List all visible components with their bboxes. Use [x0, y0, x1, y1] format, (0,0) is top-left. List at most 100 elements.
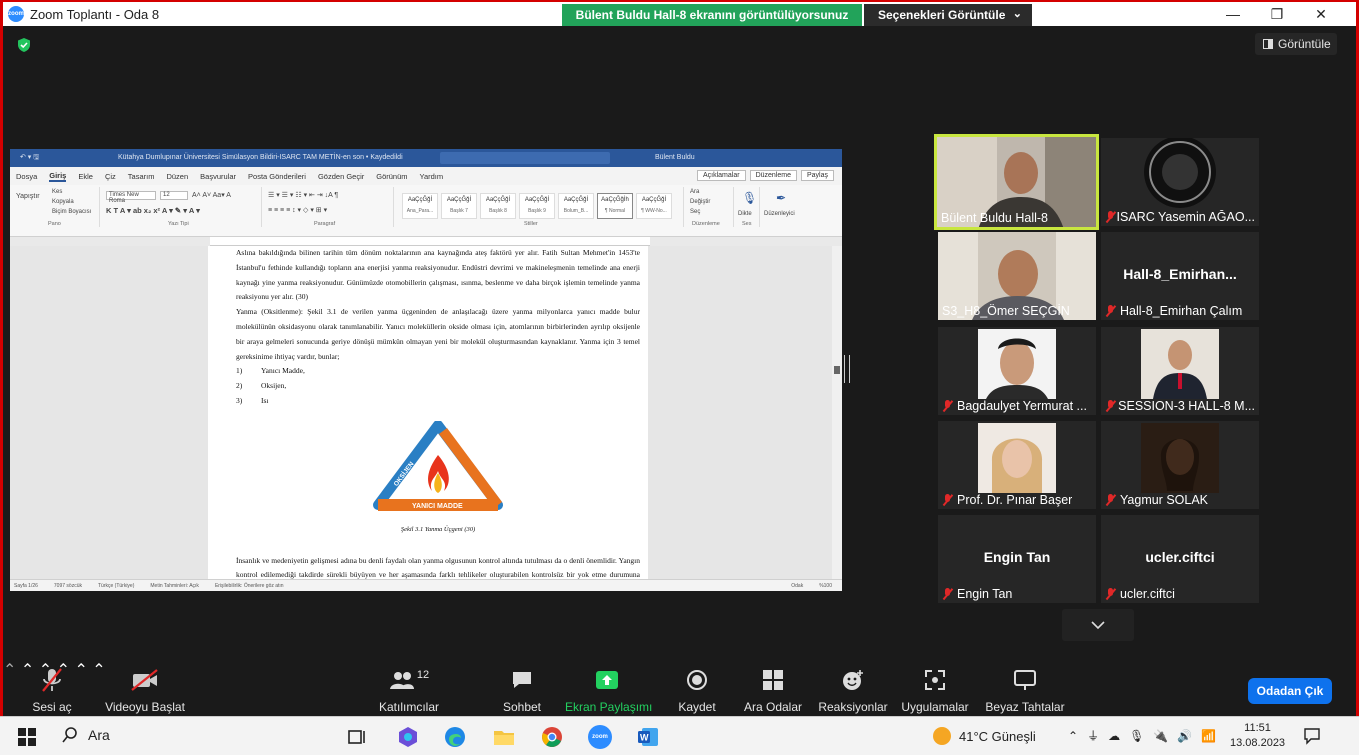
- ribbon-group-label: Ses: [742, 221, 752, 227]
- mic-muted-icon: [942, 400, 953, 412]
- chevron-up-icon[interactable]: ⌃: [74, 662, 87, 679]
- word-menu-item: Gözden Geçir: [317, 171, 365, 181]
- list-item: 2) Oksijen,: [236, 381, 287, 391]
- mic-muted-icon: [1105, 305, 1116, 317]
- share-banner: Bülent Buldu Hall-8 ekranını görüntülüyo…: [562, 4, 862, 26]
- participant-tile[interactable]: Hall-8_Emirhan... Hall-8_Emirhan Çalım: [1101, 232, 1259, 320]
- ribbon-group-label: Düzenleme: [692, 221, 720, 227]
- meeting-toolbar: Sesi aç ⌃ Videoyu Başlat ⌃ 12 Katılımcıl…: [3, 660, 1356, 716]
- participant-tile[interactable]: ucler.ciftci ucler.ciftci: [1101, 515, 1259, 603]
- word-title-bar: ↶ ▾ 🖫 Kütahya Dumlupınar Üniversitesi Si…: [10, 149, 842, 167]
- reactions-label: Reaksiyonlar: [818, 700, 888, 714]
- participants-count: 12: [416, 669, 430, 681]
- windows-taskbar: Ara zoom W 41°C Güneşli ⌃ ⏚ ☁ 🎙 🔌 🔊 📶 11…: [0, 716, 1359, 755]
- word-menu-item: Çiz: [104, 171, 116, 181]
- zoom-app-icon[interactable]: zoom: [588, 725, 612, 749]
- microphone-muted-icon: [42, 668, 62, 692]
- split-drag-handle[interactable]: [844, 355, 850, 383]
- edge-browser-icon[interactable]: [443, 725, 467, 749]
- unmute-label: Sesi aç: [32, 700, 72, 714]
- file-explorer-icon[interactable]: [492, 725, 516, 749]
- word-app-icon[interactable]: W: [636, 725, 660, 749]
- clock-date: 13.08.2023: [1230, 737, 1286, 749]
- replace-button: Değiştir: [690, 199, 711, 205]
- chrome-browser-icon[interactable]: [540, 725, 564, 749]
- participant-name: Engin Tan: [942, 587, 1012, 601]
- system-tray: ⌃ ⏚ ☁ 🎙 🔌 🔊 📶: [1068, 727, 1216, 744]
- restore-icon[interactable]: ❐: [1255, 2, 1299, 26]
- requirements-list: 1) Yanıcı Madde, 2) Oksijen, 3) Isı: [236, 364, 640, 408]
- copy-button: Kopyala: [52, 199, 74, 205]
- share-screen-button[interactable]: Ekran Paylaşımı: [565, 666, 652, 714]
- shield-icon[interactable]: [16, 37, 32, 53]
- more-participants-button[interactable]: [1062, 609, 1134, 641]
- alignment-controls: ≡ ≡ ≡ ≡ ↕ ▾ ◇ ▾ ⊞ ▾: [268, 207, 328, 214]
- microphone-icon[interactable]: 🎙: [1129, 729, 1144, 743]
- participant-tile[interactable]: S3_H8_Ömer SEÇGİN: [938, 232, 1096, 320]
- video-off-icon: [131, 669, 158, 691]
- volume-icon[interactable]: 🔊: [1177, 729, 1192, 743]
- word-menu-item: Dosya: [16, 171, 38, 181]
- word-menu-item: Giriş: [49, 170, 67, 182]
- leave-room-button[interactable]: Odadan Çık: [1248, 678, 1332, 704]
- mic-muted-icon: [942, 494, 953, 506]
- chevron-up-icon[interactable]: ⌃: [3, 662, 16, 679]
- participant-name: S3_H8_Ömer SEÇGİN: [942, 304, 1070, 318]
- word-menu-item: Başvurular: [200, 171, 237, 181]
- chat-button[interactable]: Sohbet: [497, 666, 547, 714]
- shared-screen[interactable]: ↶ ▾ 🖫 Kütahya Dumlupınar Üniversitesi Si…: [10, 149, 842, 591]
- participant-tile[interactable]: ISARC Yasemin AĞAO...: [1101, 138, 1259, 226]
- battery-icon[interactable]: 🔌: [1153, 729, 1168, 743]
- close-icon[interactable]: ✕: [1299, 2, 1343, 26]
- paragraph: İnsanlık ve medeniyetin gelişmesi adına …: [236, 555, 640, 579]
- start-video-button[interactable]: Videoyu Başlat: [103, 666, 187, 714]
- minimize-icon[interactable]: —: [1211, 2, 1255, 26]
- unmute-button[interactable]: Sesi aç: [29, 666, 75, 714]
- participant-display-name: Engin Tan: [983, 549, 1051, 565]
- participant-tile[interactable]: Bagdaulyet Yermurat ...: [938, 327, 1096, 415]
- taskbar-clock[interactable]: 11:51 13.08.2023: [1230, 721, 1285, 751]
- style-gallery-item: AaÇçĞğİ Ana_Para...: [402, 193, 438, 219]
- ribbon-group-label: Yazı Tipi: [168, 221, 189, 227]
- taskbar-search[interactable]: Ara: [62, 727, 110, 743]
- sun-icon: [933, 727, 951, 745]
- font-name-box: Times New Roma: [106, 191, 156, 204]
- participant-tile[interactable]: Prof. Dr. Pınar Başer: [938, 421, 1096, 509]
- participant-tile[interactable]: Engin Tan Engin Tan: [938, 515, 1096, 603]
- participant-name: Prof. Dr. Pınar Başer: [942, 493, 1072, 507]
- cloud-icon[interactable]: ☁: [1108, 729, 1120, 743]
- whiteboards-button[interactable]: Beyaz Tahtalar: [983, 666, 1067, 714]
- word-status-bar: Sayfa 1/26 7097 sözcük Türkçe (Türkiye) …: [10, 579, 842, 591]
- apps-button[interactable]: Uygulamalar: [899, 666, 971, 714]
- word-scrollbar: [832, 246, 842, 579]
- notifications-icon[interactable]: [1303, 727, 1321, 745]
- breakout-rooms-button[interactable]: Ara Odalar: [743, 666, 803, 714]
- usb-icon[interactable]: ⏚: [1087, 727, 1099, 744]
- weather-widget[interactable]: 41°C Güneşli: [933, 727, 1036, 745]
- participant-tile[interactable]: SESSION-3 HALL-8 M...: [1101, 327, 1259, 415]
- gallery-view-button[interactable]: Görüntüle: [1255, 33, 1337, 55]
- editor-button: Düzenleyici: [764, 211, 795, 217]
- wifi-icon[interactable]: 📶: [1201, 729, 1216, 743]
- view-options-label: Seçenekleri Görüntüle: [878, 8, 1006, 22]
- record-button[interactable]: Kaydet: [675, 666, 719, 714]
- task-view-icon[interactable]: [345, 725, 369, 749]
- mic-muted-icon: [1105, 211, 1113, 223]
- windows-start-icon[interactable]: [18, 728, 36, 746]
- comments-button: Açıklamalar: [696, 170, 746, 181]
- reactions-button[interactable]: Reaksiyonlar: [817, 666, 889, 714]
- ribbon-group-label: Paragraf: [314, 221, 336, 227]
- list-item: 1) Yanıcı Madde,: [236, 366, 305, 376]
- chevron-up-icon[interactable]: ⌃: [1068, 729, 1078, 743]
- copilot-icon[interactable]: [396, 725, 420, 749]
- participants-button[interactable]: 12 Katılımcılar: [375, 666, 443, 714]
- reactions-icon: [843, 670, 863, 690]
- find-button: Ara: [690, 189, 700, 195]
- microphone-icon: 🎙: [742, 191, 758, 205]
- taskbar-search-label: Ara: [88, 727, 110, 743]
- participant-tile[interactable]: Bülent Buldu Hall-8: [934, 134, 1099, 230]
- view-options-button[interactable]: Seçenekleri Görüntüle ⌄: [864, 4, 1032, 26]
- participant-tile[interactable]: Yagmur SOLAK: [1101, 421, 1259, 509]
- participant-name: Hall-8_Emirhan Çalım: [1105, 304, 1242, 318]
- mic-muted-icon: [1105, 588, 1116, 600]
